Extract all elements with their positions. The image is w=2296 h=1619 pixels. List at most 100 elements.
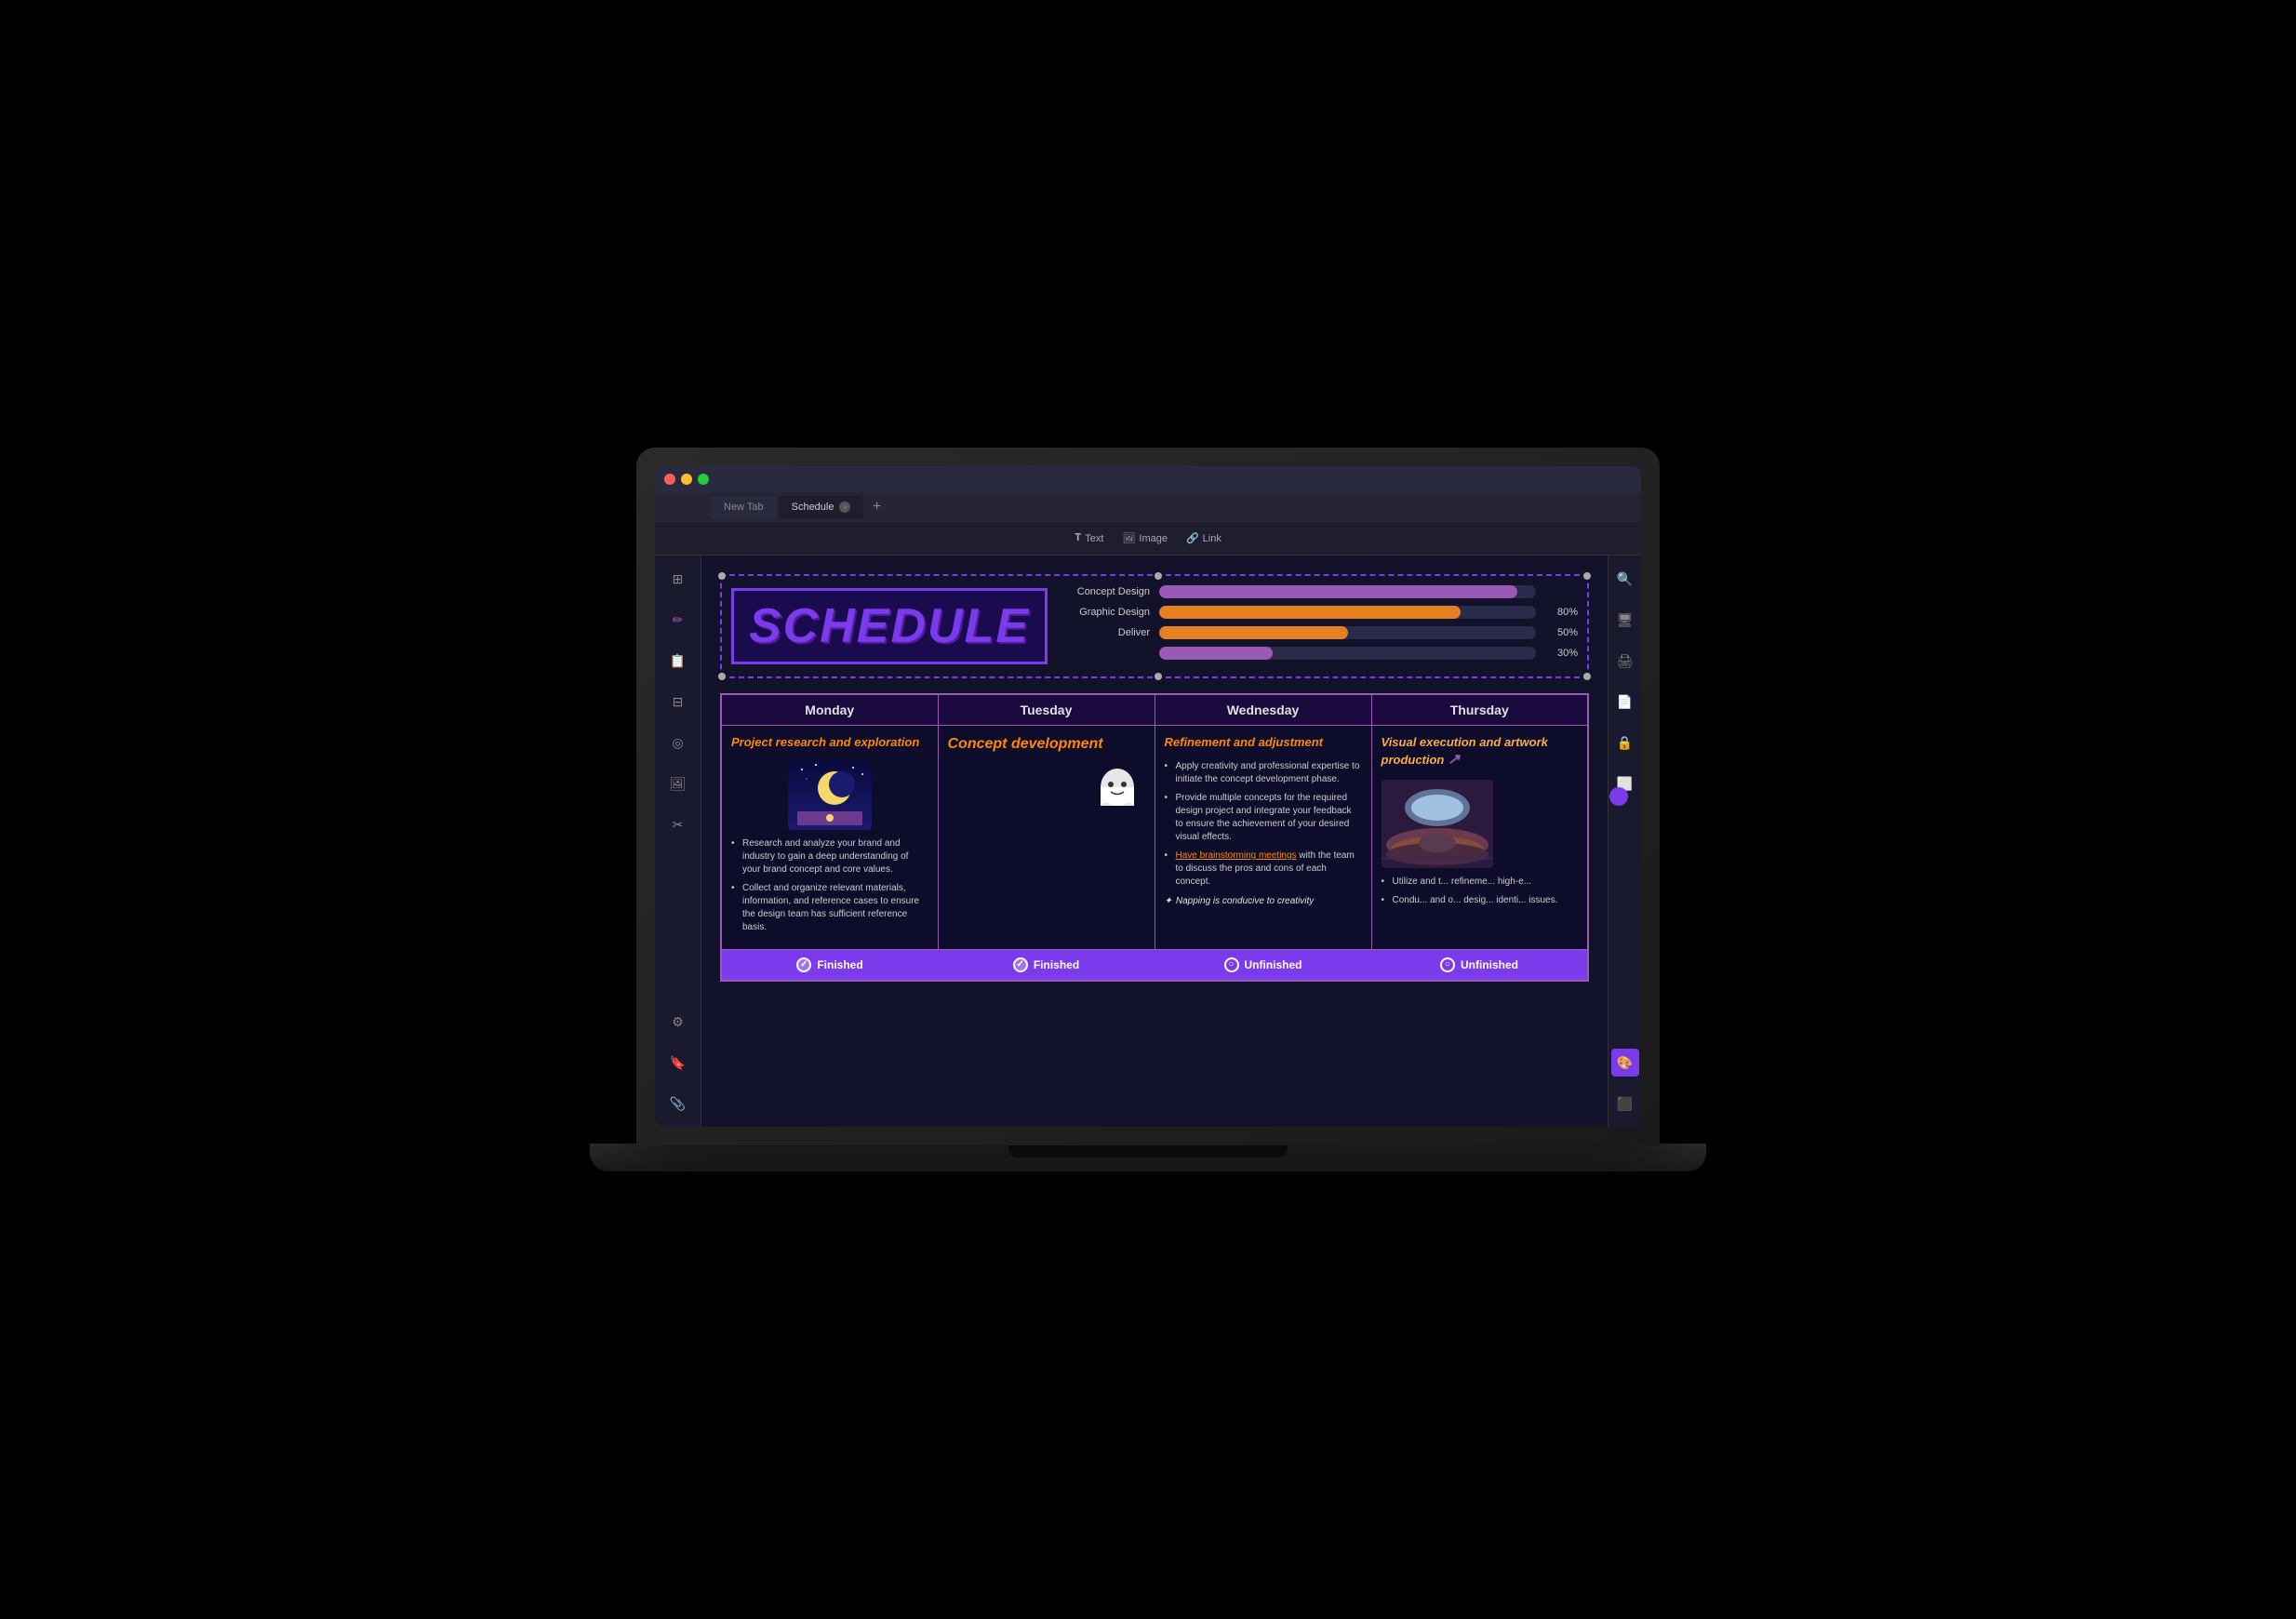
right-sidebar-lock[interactable]: 🔒 [1611,729,1639,756]
sidebar-icon-edit[interactable]: ✏ [664,606,692,634]
wednesday-bullet-3: Have brainstorming meetings with the tea… [1165,850,1362,889]
wednesday-status-check: ○ [1224,957,1239,972]
handle-br[interactable] [1583,673,1591,680]
progress-row-1: Concept Design [1066,585,1578,598]
link-icon: 🔗 [1186,532,1199,544]
tuesday-status-label: Finished [1034,958,1079,971]
progress-bar-bg-3 [1159,626,1536,639]
right-sidebar-doc[interactable]: 📄 [1611,688,1639,716]
day-header-thursday: Thursday [1371,694,1588,726]
monday-image [788,760,872,830]
wednesday-status-badge: ○ Unfinished [1162,957,1364,972]
wednesday-task-title: Refinement and adjustment [1165,735,1362,751]
laptop-stand [1008,1144,1288,1157]
maximize-dot[interactable] [698,474,709,485]
tab-newtab-label: New Tab [724,502,764,513]
day-header-monday: Monday [721,694,938,726]
progress-pct-2: 80% [1545,607,1578,618]
sidebar-icon-photo[interactable]: 🖼 [664,769,692,797]
sidebar-icon-attach[interactable]: 📎 [664,1090,692,1117]
progress-pct-3: 50% [1545,627,1578,638]
day-header-wednesday: Wednesday [1155,694,1371,726]
right-sidebar: 🔍 🖥 🖨 📄 🔒 ⬜ 🎨 ⬛ [1608,555,1641,1127]
day-header-tuesday: Tuesday [938,694,1155,726]
schedule-table: Monday Tuesday Wednesday Thursday [720,693,1589,982]
screen-bezel: New Tab Schedule × + 𝐓 [655,466,1641,1127]
wednesday-status-label: Unfinished [1245,958,1302,971]
tuesday-task-title: Concept development [948,735,1145,755]
progress-bar-fill-3 [1159,626,1347,639]
thursday-image [1382,780,1493,868]
desert-svg [1382,780,1493,868]
sidebar-icon-layers[interactable]: 📋 [664,647,692,675]
right-sidebar-search[interactable]: 🔍 [1611,565,1639,593]
handle-tl[interactable] [718,572,726,580]
progress-bar-fill-2 [1159,606,1461,619]
wednesday-bullet-2: Provide multiple concepts for the requir… [1165,792,1362,844]
right-sidebar-display2[interactable]: ⬛ [1611,1090,1639,1117]
sidebar-icon-bookmark[interactable]: 🔖 [664,1049,692,1077]
status-cell-thursday: ○ Unfinished [1371,949,1588,981]
handle-tm[interactable] [1155,572,1162,580]
thursday-bullets: Utilize and t... refineme... high-e... C… [1382,876,1579,907]
monday-bullets: Research and analyze your brand and indu… [731,837,928,934]
thursday-task-title: Visual execution and artwork production … [1382,735,1579,770]
star-icon: ✦ [1165,896,1172,906]
progress-bar-bg-1 [1159,585,1536,598]
wednesday-bullets: Apply creativity and professional expert… [1165,760,1362,889]
new-tab-button[interactable]: + [865,496,888,518]
schedule-header: SCHEDULE Concept Design [720,574,1589,678]
app-layout: ⊞ ✏ 📋 ⊟ ◎ 🖼 ✂ ⚙ 🔖 📎 [655,555,1641,1127]
title-bar [655,466,1641,492]
status-cell-tuesday: ✓ Finished [938,949,1155,981]
moon-svg [788,760,872,830]
laptop-body: New Tab Schedule × + 𝐓 [636,448,1660,1145]
wednesday-note: ✦ Napping is conducive to creativity [1165,896,1362,906]
sidebar-icon-home[interactable]: ⊞ [664,565,692,593]
handle-bl[interactable] [718,673,726,680]
tab-schedule[interactable]: Schedule × [779,496,864,518]
monday-bullet-2: Collect and organize relevant materials,… [731,882,928,934]
progress-bar-fill-4 [1159,647,1272,660]
tab-schedule-label: Schedule [792,502,834,513]
handle-bm[interactable] [1155,673,1162,680]
left-sidebar: ⊞ ✏ 📋 ⊟ ◎ 🖼 ✂ ⚙ 🔖 📎 [655,555,701,1127]
monday-task-title: Project research and exploration [731,735,928,751]
sidebar-icon-crop[interactable]: ✂ [664,810,692,838]
day-cell-wednesday: Refinement and adjustment Apply creativi… [1155,726,1371,950]
monday-status-badge: ✓ Finished [729,957,930,972]
sidebar-icon-settings[interactable]: ⚙ [664,1008,692,1036]
sidebar-icon-circle[interactable]: ◎ [664,729,692,756]
minimize-dot[interactable] [681,474,692,485]
right-sidebar-display[interactable]: 🖥 [1611,606,1639,634]
handle-tr[interactable] [1583,572,1591,580]
thursday-status-check: ○ [1440,957,1455,972]
ghost-illustration [948,764,1145,826]
close-dot[interactable] [664,474,675,485]
monday-status-check: ✓ [796,957,811,972]
status-cell-wednesday: ○ Unfinished [1155,949,1371,981]
toolbar-image-btn[interactable]: 🖼 Image [1122,532,1168,544]
tuesday-status-badge: ✓ Finished [945,957,1147,972]
laptop-base [590,1144,1706,1171]
thursday-status-label: Unfinished [1461,958,1518,971]
toolbar-link-btn[interactable]: 🔗 Link [1186,532,1221,544]
progress-bar-bg-2 [1159,606,1536,619]
tab-newtab[interactable]: New Tab [711,496,777,518]
wednesday-bullet-1: Apply creativity and professional expert… [1165,760,1362,786]
progress-bar-fill-1 [1159,585,1517,598]
image-icon: 🖼 [1122,532,1135,544]
thursday-bullet-2: Condu... and o... desig... identi... iss… [1382,894,1579,907]
right-sidebar-print[interactable]: 🖨 [1611,647,1639,675]
day-cell-monday: Project research and exploration [721,726,938,950]
tab-close-button[interactable]: × [839,502,850,513]
laptop-container: New Tab Schedule × + 𝐓 [497,391,1799,1228]
sidebar-icon-grid[interactable]: ⊟ [664,688,692,716]
right-sidebar-color[interactable]: 🎨 [1611,1049,1639,1077]
progress-row-3: Deliver 50% [1066,626,1578,639]
monday-bullet-1: Research and analyze your brand and indu… [731,837,928,876]
day-cell-thursday: Visual execution and artwork production … [1371,726,1588,950]
thursday-status-badge: ○ Unfinished [1379,957,1580,972]
toolbar-text-btn[interactable]: 𝐓 Text [1075,532,1103,544]
monday-status-label: Finished [817,958,862,971]
